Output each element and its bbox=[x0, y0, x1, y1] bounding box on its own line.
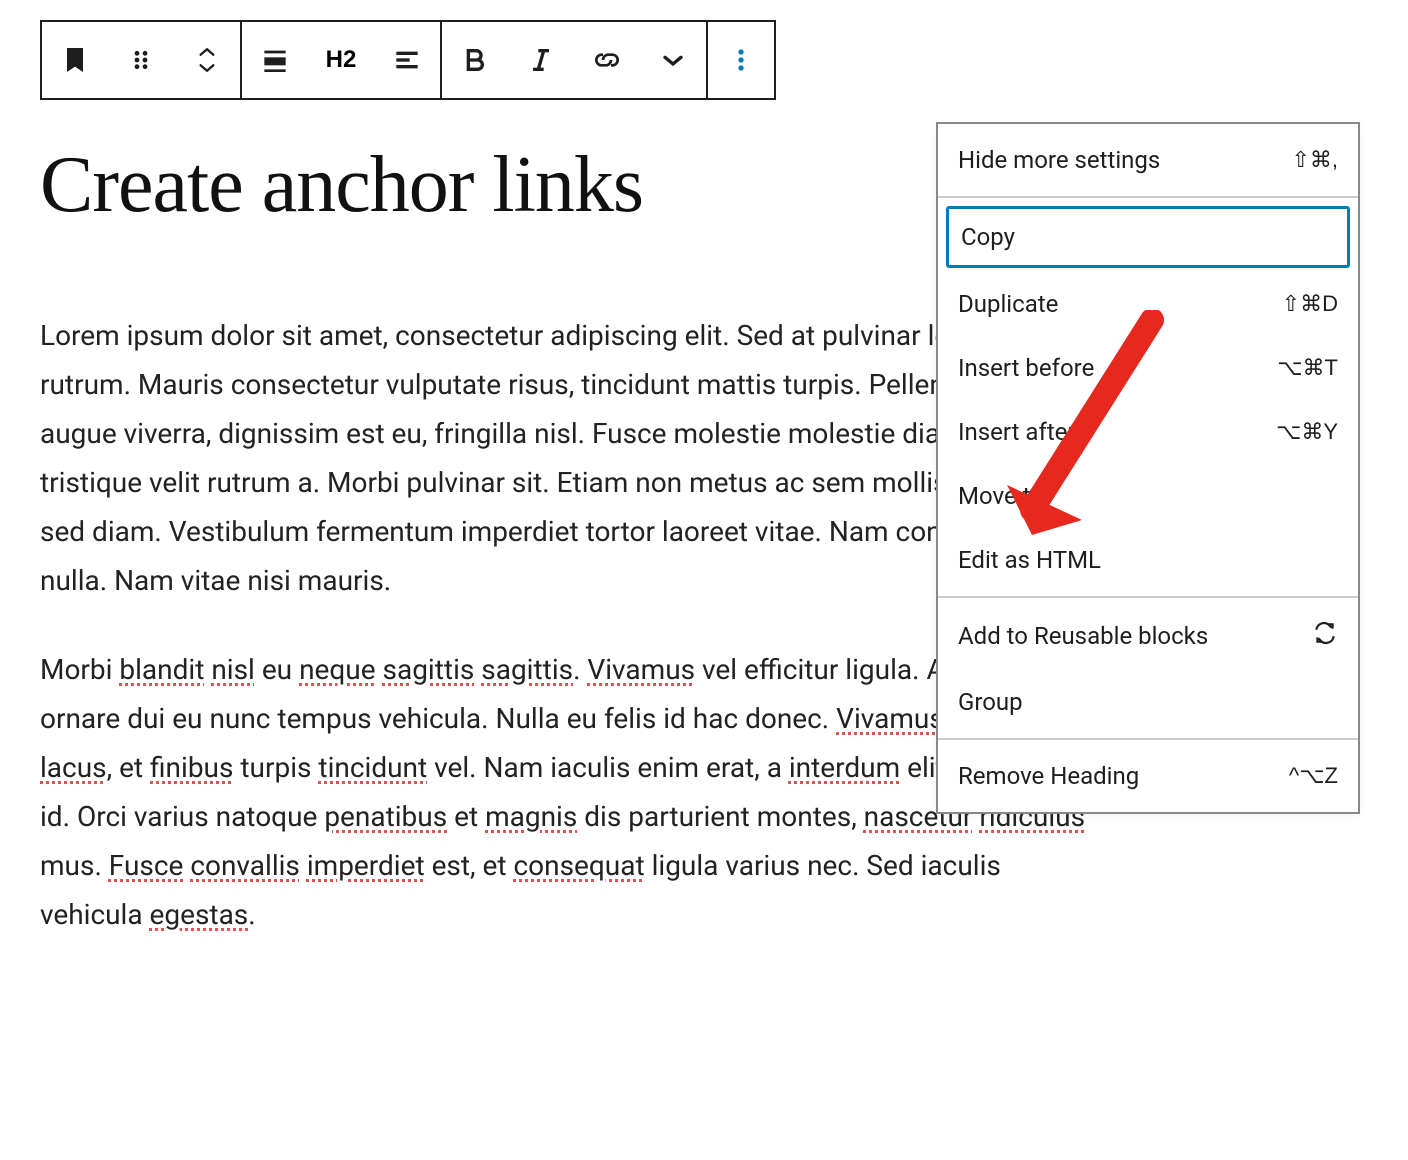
menu-item-duplicate[interactable]: Duplicate ⇧⌘D bbox=[938, 272, 1358, 336]
more-options-button[interactable] bbox=[708, 22, 774, 98]
menu-item-label: Move to bbox=[958, 482, 1044, 510]
menu-section: Remove Heading ^⌥Z bbox=[938, 740, 1358, 812]
menu-item-move-to[interactable]: Move to bbox=[938, 464, 1358, 528]
block-type-button[interactable] bbox=[42, 22, 108, 98]
drag-handle-button[interactable] bbox=[108, 22, 174, 98]
align-button[interactable] bbox=[242, 22, 308, 98]
drag-handle-icon bbox=[125, 44, 157, 76]
link-icon bbox=[591, 44, 623, 76]
link-button[interactable] bbox=[574, 22, 640, 98]
bold-button[interactable] bbox=[442, 22, 508, 98]
menu-item-add-reusable[interactable]: Add to Reusable blocks bbox=[938, 602, 1358, 670]
text-align-button[interactable] bbox=[374, 22, 440, 98]
more-format-button[interactable] bbox=[640, 22, 706, 98]
menu-item-insert-after[interactable]: Insert after ⌥⌘Y bbox=[938, 400, 1358, 464]
italic-button[interactable] bbox=[508, 22, 574, 98]
shortcut-text: ⇧⌘, bbox=[1291, 147, 1338, 173]
toolbar-group-block bbox=[40, 20, 242, 100]
toolbar-group-options bbox=[706, 20, 776, 100]
shortcut-text: ^⌥Z bbox=[1289, 763, 1338, 789]
shortcut-text: ⌥⌘T bbox=[1277, 355, 1338, 381]
menu-item-label: Hide more settings bbox=[958, 146, 1160, 174]
toolbar-group-heading: H2 bbox=[240, 20, 442, 100]
bold-icon bbox=[459, 44, 491, 76]
move-buttons[interactable] bbox=[174, 22, 240, 98]
heading-level-icon: H2 bbox=[326, 46, 357, 74]
menu-item-hide-more-settings[interactable]: Hide more settings ⇧⌘, bbox=[938, 128, 1358, 192]
block-options-dropdown: Hide more settings ⇧⌘, Copy Duplicate ⇧⌘… bbox=[936, 122, 1360, 814]
menu-item-label: Edit as HTML bbox=[958, 546, 1101, 574]
chevron-down-icon bbox=[657, 44, 689, 76]
menu-item-copy[interactable]: Copy bbox=[946, 206, 1350, 268]
menu-item-insert-before[interactable]: Insert before ⌥⌘T bbox=[938, 336, 1358, 400]
shortcut-text: ⇧⌘D bbox=[1282, 291, 1338, 317]
heading-level-button[interactable]: H2 bbox=[308, 22, 374, 98]
menu-section: Add to Reusable blocks Group bbox=[938, 598, 1358, 740]
italic-icon bbox=[525, 44, 557, 76]
menu-item-label: Remove Heading bbox=[958, 762, 1139, 790]
chevron-down-icon bbox=[196, 61, 218, 75]
menu-section: Copy Duplicate ⇧⌘D Insert before ⌥⌘T Ins… bbox=[938, 198, 1358, 598]
align-left-icon bbox=[391, 44, 423, 76]
menu-item-label: Insert before bbox=[958, 354, 1094, 382]
menu-item-group[interactable]: Group bbox=[938, 670, 1358, 734]
menu-item-label: Group bbox=[958, 688, 1023, 716]
more-vertical-icon bbox=[725, 44, 757, 76]
bookmark-icon bbox=[59, 44, 91, 76]
chevron-up-icon bbox=[196, 45, 218, 59]
menu-item-label: Duplicate bbox=[958, 290, 1058, 318]
menu-item-label: Add to Reusable blocks bbox=[958, 622, 1208, 650]
shortcut-text: ⌥⌘Y bbox=[1276, 419, 1338, 445]
convert-icon bbox=[1312, 620, 1338, 652]
menu-section: Hide more settings ⇧⌘, bbox=[938, 124, 1358, 198]
align-icon bbox=[259, 44, 291, 76]
block-toolbar: H2 bbox=[40, 20, 1368, 100]
menu-item-edit-as-html[interactable]: Edit as HTML bbox=[938, 528, 1358, 592]
menu-item-label: Insert after bbox=[958, 418, 1076, 446]
menu-item-label: Copy bbox=[961, 223, 1015, 251]
toolbar-group-format bbox=[440, 20, 708, 100]
menu-item-remove-heading[interactable]: Remove Heading ^⌥Z bbox=[938, 744, 1358, 808]
